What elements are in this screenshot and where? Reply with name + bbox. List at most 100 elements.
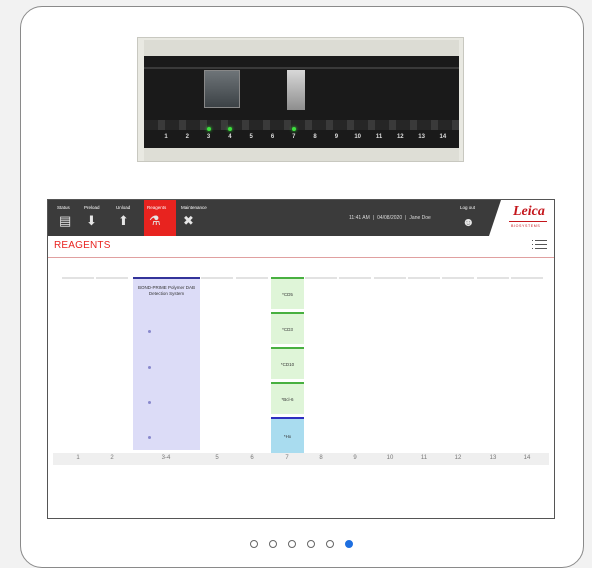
slot-number: 12 <box>396 134 404 140</box>
slot-column-top <box>339 277 371 279</box>
position-label: 14 <box>523 455 531 461</box>
instrument-base <box>144 148 459 161</box>
slot-number: 13 <box>418 134 425 140</box>
reagent-tile[interactable]: *CD10 <box>271 347 304 379</box>
detection-vial-marker <box>148 330 151 333</box>
slot-number: 9 <box>334 134 339 140</box>
slot-column-top <box>305 277 337 279</box>
reagent-name: *CD5 <box>282 292 293 297</box>
nav-tab-reagents[interactable]: Reagents ⚗ <box>144 200 176 236</box>
slot-column-top <box>62 277 94 279</box>
user-name: Jane Doe <box>409 215 431 221</box>
slot-led <box>227 127 232 131</box>
logout-label: Log out <box>460 205 476 210</box>
slot-number: 1 <box>164 134 168 140</box>
slot-column-top <box>477 277 509 279</box>
position-label: 6 <box>250 455 254 461</box>
pagination-dot[interactable] <box>269 540 277 548</box>
nav-tab-label: Unload <box>116 205 131 210</box>
nav-tab-label: Maintenance <box>181 205 207 210</box>
robot-arm <box>204 70 240 108</box>
reagent-slots <box>144 120 459 130</box>
slot-column-top <box>201 277 233 279</box>
pagination-dot[interactable] <box>326 540 334 548</box>
detection-vial-marker <box>148 401 151 404</box>
nav-tab-label: Preload <box>84 205 100 210</box>
top-bar: Status ▤ Preload ⬇ Unload ⬆ Reagents ⚗ Maintenan… <box>48 200 554 236</box>
slot-number: 2 <box>185 134 189 140</box>
logo-wordmark: Leica <box>513 204 545 219</box>
probe-head <box>287 70 305 110</box>
pagination-dot[interactable] <box>250 540 258 548</box>
reagent-tile[interactable]: *Bcl-6 <box>271 382 304 414</box>
slot-column-top <box>374 277 406 279</box>
reagents-icon: ⚗ <box>149 213 161 228</box>
nav-tab-maintenance[interactable]: Maintenance ✖ <box>178 200 220 236</box>
position-label: 10 <box>386 455 394 461</box>
position-label: 5 <box>215 455 219 461</box>
logout-icon: ☻ <box>462 215 475 229</box>
logo-rule <box>509 221 547 222</box>
preload-icon: ⬇ <box>86 213 97 228</box>
reagent-name: *Bcl-6 <box>281 397 294 402</box>
instrument-photo: 1 2 3 4 5 6 7 8 9 10 11 12 13 14 <box>137 37 464 162</box>
clock: 11:41 AM <box>349 215 370 221</box>
slot-led <box>206 127 211 131</box>
reagent-tile[interactable]: *CD5 <box>271 277 304 309</box>
position-label: 1 <box>76 455 80 461</box>
slot-column-top <box>96 277 128 279</box>
position-label: 8 <box>319 455 323 461</box>
detection-vial-marker <box>148 366 151 369</box>
position-label: 7 <box>285 455 289 461</box>
position-label: 2 <box>110 455 114 461</box>
session-info: 11:41 AM | 04/08/2020 | Jane Doe <box>349 215 431 221</box>
reagent-tile[interactable]: *CD3 <box>271 312 304 344</box>
slot-led <box>291 127 296 131</box>
position-bar: 1 2 3-4 5 6 7 8 9 10 11 12 13 14 <box>53 453 549 465</box>
slot-column-top <box>511 277 543 279</box>
slot-column-top <box>236 277 268 279</box>
device-screen: Status ▤ Preload ⬇ Unload ⬆ Reagents ⚗ Maintenan… <box>47 199 555 519</box>
list-menu-icon[interactable] <box>532 240 547 251</box>
reagent-name: *CD10 <box>280 362 295 367</box>
pagination-dot[interactable] <box>288 540 296 548</box>
reagent-name: *Hx <box>283 434 292 439</box>
position-label: 12 <box>454 455 462 461</box>
detection-vial-marker <box>148 436 151 439</box>
position-label: 9 <box>353 455 357 461</box>
date: 04/08/2020 <box>377 215 403 221</box>
logo-subtitle: BIOSYSTEMS <box>511 224 541 228</box>
instrument-cover <box>144 40 459 57</box>
nav-tab-unload[interactable]: Unload ⬆ <box>113 200 143 236</box>
logout-button[interactable]: Log out ☻ <box>459 200 485 236</box>
slot-number: 14 <box>439 134 447 140</box>
nav-tab-label: Status <box>57 205 70 210</box>
nav-tab-status[interactable]: Status ▤ <box>54 200 80 236</box>
page-title: REAGENTS <box>54 240 111 251</box>
slot-number: 10 <box>354 134 362 140</box>
pagination-dot[interactable] <box>345 540 353 548</box>
status-icon: ▤ <box>59 213 72 228</box>
maintenance-icon: ✖ <box>183 213 194 228</box>
slot-number: 11 <box>375 134 383 140</box>
counterstain-tile[interactable]: *Hx <box>271 417 304 453</box>
slot-number: 5 <box>249 134 253 140</box>
slot-number: 3 <box>206 134 211 140</box>
slot-number: 6 <box>270 134 275 140</box>
slot-column-top <box>442 277 474 279</box>
unload-icon: ⬆ <box>118 213 129 228</box>
nav-tab-preload[interactable]: Preload ⬇ <box>81 200 111 236</box>
slot-column-top <box>408 277 440 279</box>
position-label: 3-4 <box>161 455 171 461</box>
pagination-dot[interactable] <box>307 540 315 548</box>
slot-number: 8 <box>313 134 317 140</box>
title-divider <box>48 257 554 258</box>
position-label: 13 <box>489 455 497 461</box>
robot-rail <box>144 67 459 69</box>
leica-logo: Leica BIOSYSTEMS <box>489 200 554 236</box>
nav-tab-label: Reagents <box>147 205 167 210</box>
detection-system-block[interactable]: BOND-PRIME Polymer DAB Detection System <box>133 277 200 450</box>
slot-number: 4 <box>228 134 232 140</box>
slot-number: 7 <box>292 134 296 140</box>
position-label: 11 <box>420 455 428 461</box>
